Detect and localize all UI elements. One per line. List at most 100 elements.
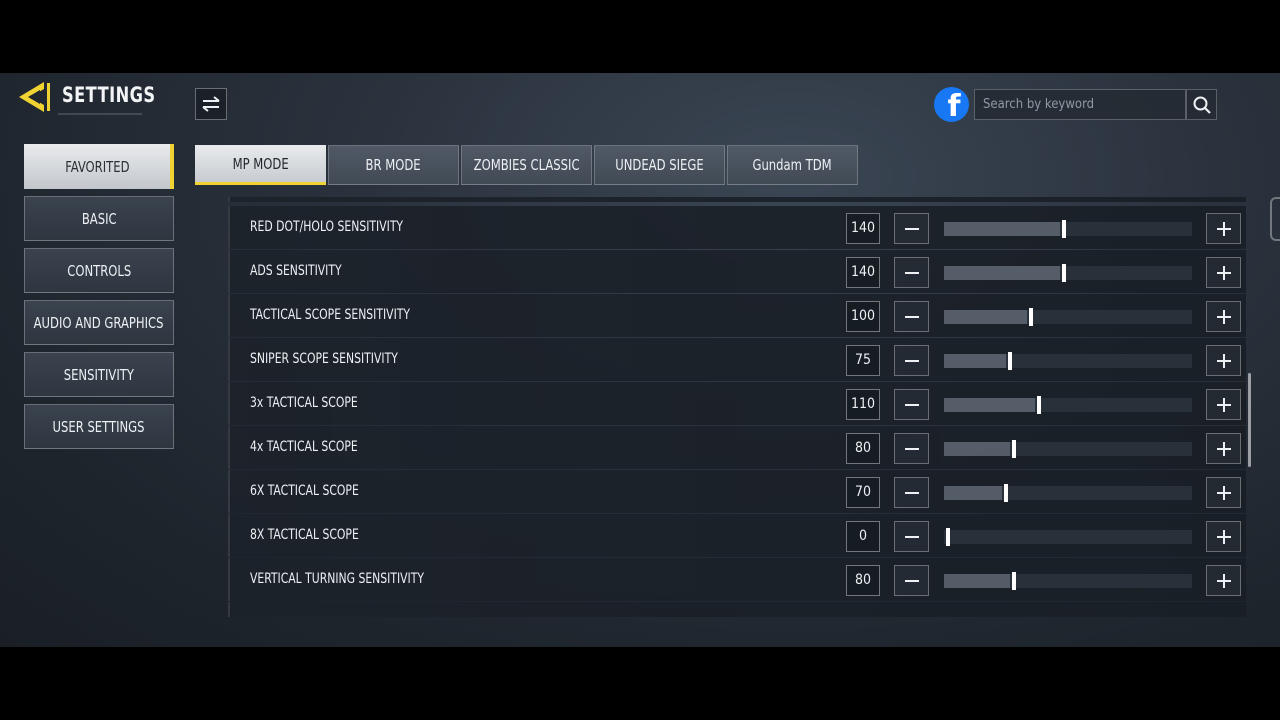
facebook-icon: f xyxy=(947,89,961,122)
minus-icon xyxy=(904,447,919,450)
decrease-button[interactable] xyxy=(894,213,929,244)
slider-thumb[interactable] xyxy=(1012,572,1017,590)
sidebar-item-basic[interactable]: BASIC xyxy=(24,196,174,241)
setting-slider[interactable] xyxy=(944,484,1192,502)
increase-button[interactable] xyxy=(1206,301,1241,332)
slider-thumb[interactable] xyxy=(1061,220,1066,238)
plus-icon xyxy=(1216,485,1231,500)
sidebar-item-label: SENSITIVITY xyxy=(63,365,135,384)
increase-button[interactable] xyxy=(1206,433,1241,464)
slider-fill xyxy=(944,266,1060,280)
setting-value: 70 xyxy=(846,477,880,508)
search-box xyxy=(974,89,1186,120)
increase-button[interactable] xyxy=(1206,213,1241,244)
setting-label: ADS SENSITIVITY xyxy=(250,263,342,279)
slider-fill xyxy=(944,398,1035,412)
back-button[interactable] xyxy=(16,80,52,114)
setting-value: 140 xyxy=(846,257,880,288)
sidebar-item-favorited[interactable]: FAVORITED xyxy=(24,144,174,189)
search-button[interactable] xyxy=(1186,89,1217,120)
minus-icon xyxy=(904,403,919,406)
plus-icon xyxy=(1216,309,1231,324)
increase-button[interactable] xyxy=(1206,521,1241,552)
increase-button[interactable] xyxy=(1206,257,1241,288)
sidebar-item-sensitivity[interactable]: SENSITIVITY xyxy=(24,352,174,397)
setting-slider[interactable] xyxy=(944,352,1192,370)
setting-slider[interactable] xyxy=(944,528,1192,546)
decrease-button[interactable] xyxy=(894,301,929,332)
increase-button[interactable] xyxy=(1206,345,1241,376)
setting-slider[interactable] xyxy=(944,440,1192,458)
slider-track xyxy=(944,530,1192,544)
facebook-button[interactable]: f xyxy=(934,87,969,122)
slider-thumb[interactable] xyxy=(946,528,950,546)
decrease-button[interactable] xyxy=(894,345,929,376)
setting-value: 140 xyxy=(846,213,880,244)
setting-label: 4x TACTICAL SCOPE xyxy=(250,439,358,455)
sidebar-item-user-settings[interactable]: USER SETTINGS xyxy=(24,404,174,449)
setting-row: TACTICAL SCOPE SENSITIVITY 100 xyxy=(228,294,1246,337)
plus-icon xyxy=(1216,265,1231,280)
slider-fill xyxy=(944,310,1027,324)
slider-fill xyxy=(944,222,1060,236)
tab-mp-mode[interactable]: MP MODE xyxy=(195,145,326,185)
setting-row: 6X TACTICAL SCOPE 70 xyxy=(228,470,1246,513)
back-arrow-icon xyxy=(19,82,50,112)
page-title: SETTINGS xyxy=(62,83,156,107)
setting-label: TACTICAL SCOPE SENSITIVITY xyxy=(250,307,411,323)
increase-button[interactable] xyxy=(1206,565,1241,596)
settings-list[interactable]: RED DOT/HOLO SENSITIVITY 140 ADS SENSITI… xyxy=(228,197,1246,617)
decrease-button[interactable] xyxy=(894,565,929,596)
tab-gundam-tdm[interactable]: Gundam TDM xyxy=(727,145,858,185)
minus-icon xyxy=(904,359,919,362)
slider-fill xyxy=(944,442,1011,456)
decrease-button[interactable] xyxy=(894,389,929,420)
sidebar-item-controls[interactable]: CONTROLS xyxy=(24,248,174,293)
decrease-button[interactable] xyxy=(894,433,929,464)
slider-thumb[interactable] xyxy=(1003,484,1008,502)
minus-icon xyxy=(904,271,919,274)
list-scrollbar[interactable] xyxy=(1248,373,1251,467)
setting-slider[interactable] xyxy=(944,264,1192,282)
title-underline xyxy=(58,113,142,115)
plus-icon xyxy=(1216,397,1231,412)
tab-label: ZOMBIES CLASSIC xyxy=(473,156,580,174)
increase-button[interactable] xyxy=(1206,389,1241,420)
sidebar-item-label: USER SETTINGS xyxy=(52,417,146,436)
tab-label: BR MODE xyxy=(365,156,422,174)
setting-slider[interactable] xyxy=(944,396,1192,414)
tab-br-mode[interactable]: BR MODE xyxy=(328,145,459,185)
setting-label: SNIPER SCOPE SENSITIVITY xyxy=(250,351,398,367)
tab-zombies-classic[interactable]: ZOMBIES CLASSIC xyxy=(461,145,592,185)
increase-button[interactable] xyxy=(1206,477,1241,508)
setting-label: RED DOT/HOLO SENSITIVITY xyxy=(250,219,404,235)
setting-row-partial xyxy=(228,197,1246,202)
slider-fill xyxy=(944,486,1002,500)
slider-thumb[interactable] xyxy=(1061,264,1066,282)
plus-icon xyxy=(1216,221,1231,236)
search-input[interactable] xyxy=(975,90,1185,119)
setting-label: 3x TACTICAL SCOPE xyxy=(250,395,358,411)
setting-slider[interactable] xyxy=(944,572,1192,590)
minus-icon xyxy=(904,315,919,318)
decrease-button[interactable] xyxy=(894,521,929,552)
plus-icon xyxy=(1216,353,1231,368)
slider-thumb[interactable] xyxy=(1036,396,1041,414)
setting-slider[interactable] xyxy=(944,220,1192,238)
settings-screen: SETTINGS f FAVORITED BASIC CONTROLS AUDI… xyxy=(0,73,1280,647)
setting-slider[interactable] xyxy=(944,308,1192,326)
setting-value: 110 xyxy=(846,389,880,420)
slider-thumb[interactable] xyxy=(1012,440,1017,458)
decrease-button[interactable] xyxy=(894,477,929,508)
slider-thumb[interactable] xyxy=(1008,352,1012,370)
tab-label: MP MODE xyxy=(232,154,289,173)
tab-undead-siege[interactable]: UNDEAD SIEGE xyxy=(594,145,725,185)
decrease-button[interactable] xyxy=(894,257,929,288)
setting-row: ADS SENSITIVITY 140 xyxy=(228,250,1246,293)
slider-thumb[interactable] xyxy=(1028,308,1033,326)
setting-value: 80 xyxy=(846,565,880,596)
filter-toggle-button[interactable] xyxy=(195,88,227,120)
search-icon xyxy=(1193,96,1211,114)
side-panel-handle[interactable] xyxy=(1270,197,1280,241)
sidebar-item-audio-and-graphics[interactable]: AUDIO AND GRAPHICS xyxy=(24,300,174,345)
